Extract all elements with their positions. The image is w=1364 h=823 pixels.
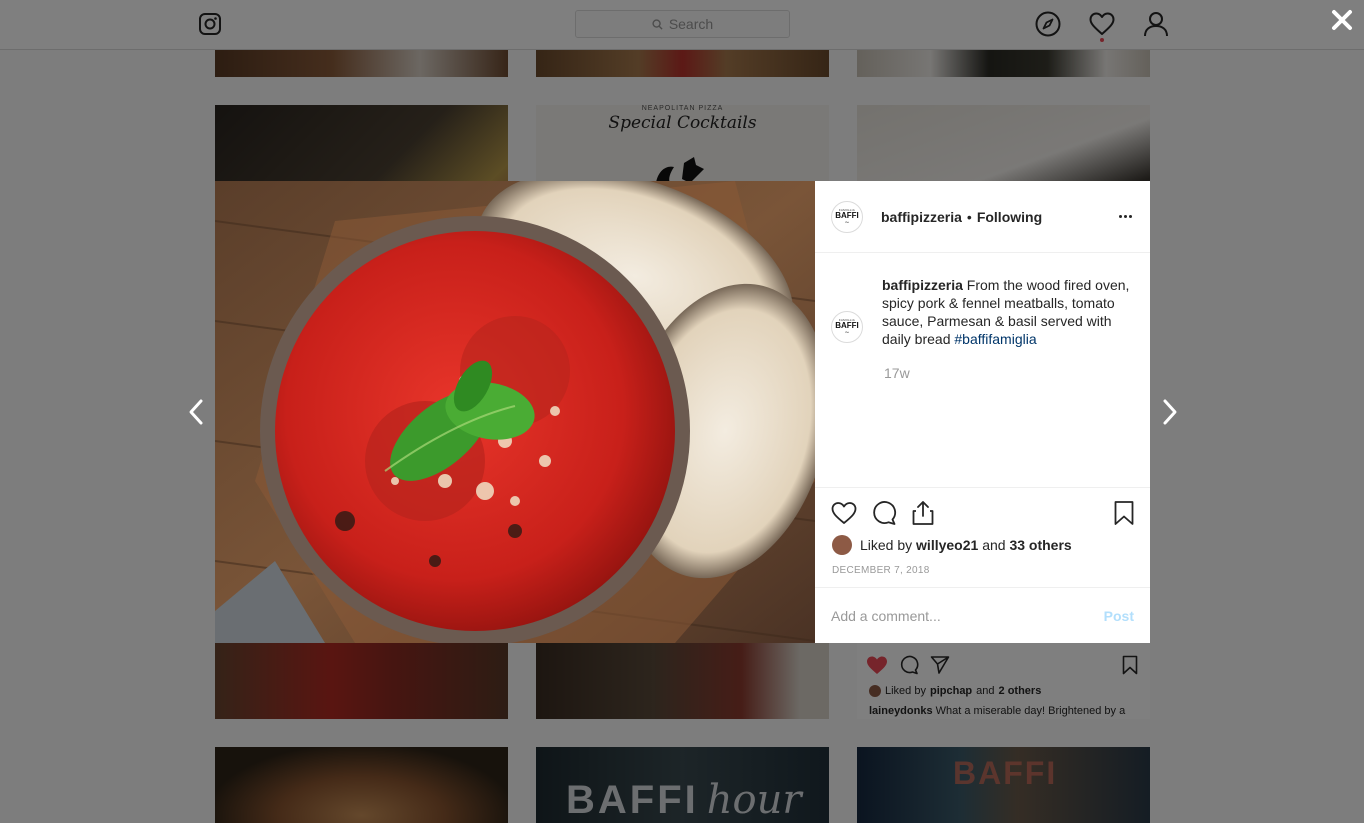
mustache-icon: ∼ <box>844 330 850 336</box>
comment-input[interactable] <box>831 607 1104 624</box>
post-sidebar: FAMIGLIA BAFFI ∼ baffipizzeria • Followi… <box>815 181 1150 643</box>
likes-prefix: Liked by <box>860 537 913 553</box>
liker-username-link[interactable]: willyeo21 <box>916 537 978 553</box>
caption-avatar[interactable]: FAMIGLIA BAFFI ∼ <box>831 311 863 343</box>
post-header: FAMIGLIA BAFFI ∼ baffipizzeria • Followi… <box>815 181 1150 253</box>
caption-text-block: baffipizzeria From the wood fired oven, … <box>882 276 1132 348</box>
meatball-dish-image <box>215 181 815 643</box>
post-comment-button[interactable]: Post <box>1104 608 1134 624</box>
post-modal: FAMIGLIA BAFFI ∼ baffipizzeria • Followi… <box>215 181 1150 643</box>
share-upload-icon[interactable] <box>910 500 936 526</box>
close-x-icon[interactable] <box>1331 9 1353 31</box>
heart-like-icon[interactable] <box>831 500 857 526</box>
caption-username-link[interactable]: baffipizzeria <box>882 277 963 293</box>
following-button[interactable]: Following <box>977 209 1042 225</box>
likes-joiner: and <box>982 537 1006 553</box>
mustache-icon: ∼ <box>844 219 850 226</box>
hashtag-link[interactable]: #baffifamiglia <box>954 331 1036 347</box>
post-date[interactable]: December 7, 2018 <box>832 565 930 576</box>
chevron-left-icon[interactable] <box>186 398 206 426</box>
likes-summary: Liked by willyeo21 and 33 others <box>832 535 1072 555</box>
add-comment-form: Post <box>815 587 1150 643</box>
more-options-icon[interactable] <box>1116 207 1134 225</box>
caption-comment: FAMIGLIA BAFFI ∼ baffipizzeria From the … <box>831 276 1136 348</box>
post-photo <box>215 181 815 643</box>
likes-others-link[interactable]: 33 others <box>1009 537 1071 553</box>
avatar-big-text: BAFFI <box>835 321 859 330</box>
bookmark-save-icon[interactable] <box>1111 500 1137 526</box>
avatar-big-text: BAFFI <box>835 210 859 220</box>
chevron-right-icon[interactable] <box>1160 398 1180 426</box>
author-avatar[interactable]: FAMIGLIA BAFFI ∼ <box>831 200 863 233</box>
comment-bubble-icon[interactable] <box>871 500 897 526</box>
caption-timestamp[interactable]: 17w <box>884 365 910 381</box>
author-username-link[interactable]: baffipizzeria <box>881 209 962 225</box>
header-separator: • <box>966 208 972 225</box>
liker-avatar[interactable] <box>832 535 852 555</box>
